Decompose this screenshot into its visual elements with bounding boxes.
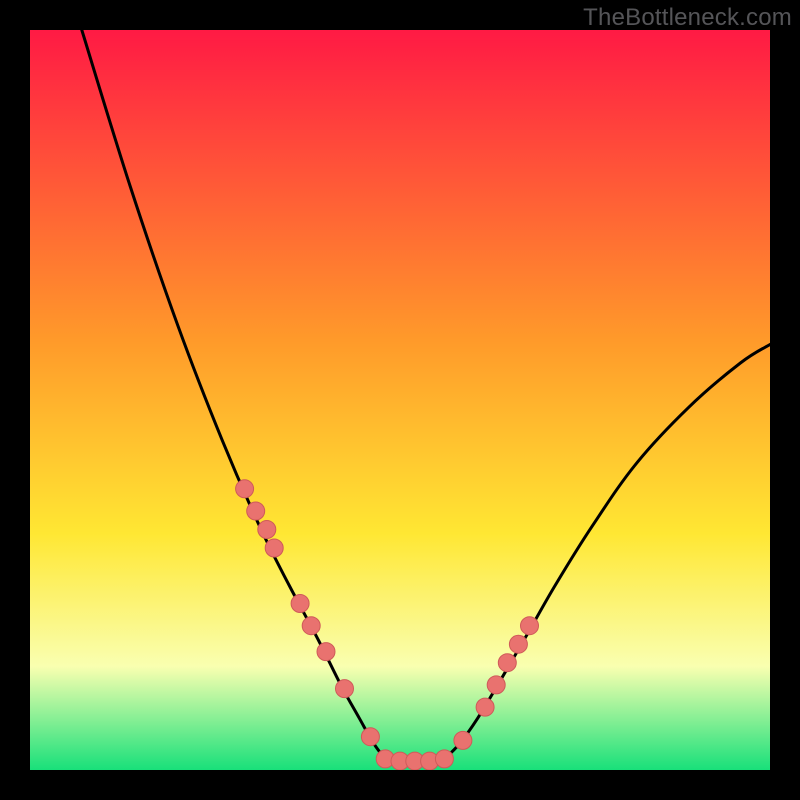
data-dot (265, 539, 283, 557)
chart-frame (30, 30, 770, 770)
data-dot (336, 680, 354, 698)
data-dot (302, 617, 320, 635)
data-dot (236, 480, 254, 498)
data-dot (487, 676, 505, 694)
data-dot (435, 750, 453, 768)
data-dot (509, 635, 527, 653)
data-dot (521, 617, 539, 635)
data-dot (454, 731, 472, 749)
data-dot (317, 643, 335, 661)
data-dot (258, 521, 276, 539)
data-dot (291, 595, 309, 613)
data-dot (361, 728, 379, 746)
gradient-background (30, 30, 770, 770)
bottleneck-chart (30, 30, 770, 770)
data-dot (498, 654, 516, 672)
data-dot (476, 698, 494, 716)
data-dot (247, 502, 265, 520)
watermark-text: TheBottleneck.com (583, 4, 792, 32)
